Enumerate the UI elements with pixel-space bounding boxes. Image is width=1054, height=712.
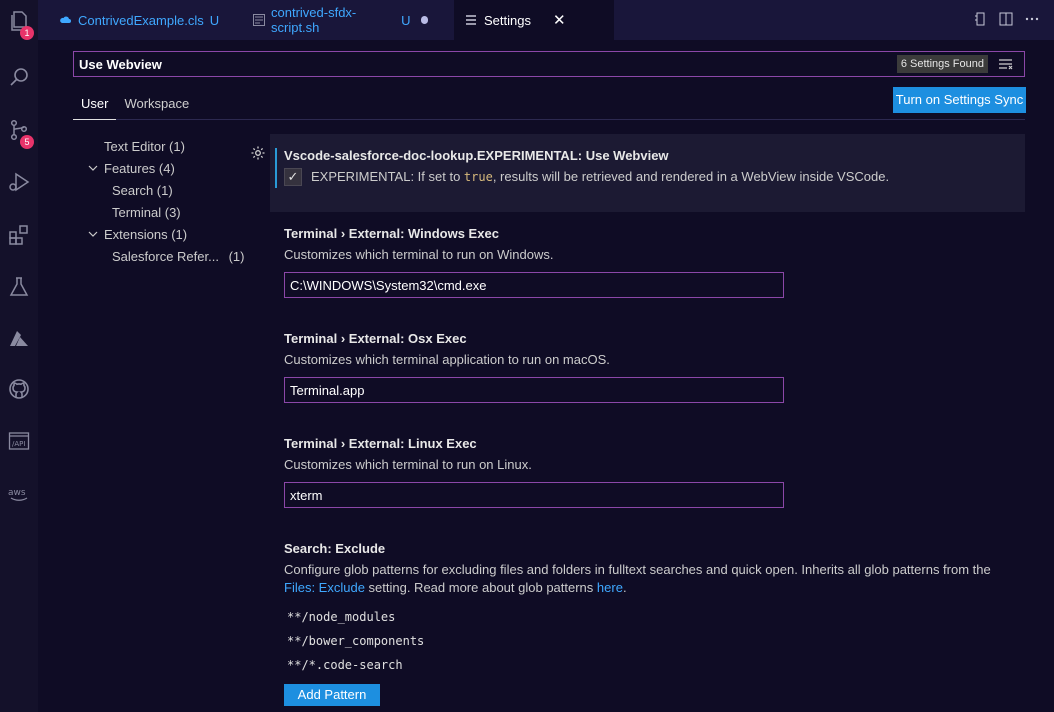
tab-sfdx-script[interactable]: contrived-sfdx-script.sh U (242, 0, 438, 40)
settings-search-input[interactable] (79, 55, 879, 73)
search-view-button[interactable] (0, 60, 38, 94)
toc-label: Search (1) (112, 183, 173, 198)
settings-scope-tabs: User Workspace (73, 92, 197, 120)
salesforce-cloud-icon (58, 13, 72, 27)
testing-button[interactable] (0, 270, 38, 304)
setting-title: Vscode-salesforce-doc-lookup.EXPERIMENTA… (284, 148, 669, 163)
desc-text: . (622, 580, 627, 595)
explorer-badge: 1 (20, 26, 34, 40)
toc-label: Text Editor (1) (104, 139, 185, 154)
close-icon[interactable]: ✕ (553, 11, 566, 29)
aws-button[interactable]: aws (0, 476, 38, 510)
tab-contrived-example[interactable]: ContrivedExample.cls U (48, 0, 230, 40)
untracked-status: U (401, 12, 411, 28)
gear-icon[interactable] (250, 145, 266, 161)
azure-button[interactable] (0, 322, 38, 356)
github-button[interactable] (0, 372, 38, 406)
check-icon: ✓ (287, 169, 299, 184)
setting-use-webview: Vscode-salesforce-doc-lookup.EXPERIMENTA… (251, 134, 1025, 212)
settings-toc: Text Editor (1) Features (4) Search (1) … (86, 136, 246, 268)
files-exclude-link[interactable]: Files: Exclude (284, 580, 365, 595)
toc-label: Extensions (1) (104, 227, 188, 242)
add-pattern-button[interactable]: Add Pattern (284, 684, 380, 706)
setting-description: Configure glob patterns for excluding fi… (284, 562, 991, 577)
chevron-down-icon (88, 158, 100, 180)
setting-title: Terminal › External: Linux Exec (284, 436, 477, 451)
extensions-icon (9, 225, 28, 245)
toc-item-salesforce-reference[interactable]: Salesforce Refer... (1) (86, 246, 246, 268)
explorer-button[interactable]: 1 (0, 4, 38, 40)
tab-label: contrived-sfdx-script.sh (271, 5, 357, 35)
windows-exec-input[interactable] (284, 272, 784, 298)
focus-indicator (275, 148, 277, 188)
toc-count: (1) (228, 249, 245, 264)
use-webview-checkbox[interactable]: ✓ (284, 168, 302, 186)
tab-user[interactable]: User (73, 92, 117, 120)
open-settings-json-icon[interactable] (972, 10, 988, 28)
setting-description: EXPERIMENTAL: If set to true, results wi… (311, 169, 889, 184)
activity-bar: 1 5 /API aws (0, 0, 38, 712)
search-icon (10, 68, 28, 86)
settings-found-count: 6 Settings Found (896, 55, 988, 73)
svg-text:/API: /API (12, 440, 25, 448)
editor-tab-bar: ContrivedExample.cls U contrived-sfdx-sc… (38, 0, 1054, 40)
toc-item-search[interactable]: Search (1) (86, 180, 246, 202)
toc-label: Terminal (3) (112, 205, 181, 220)
desc-text: setting. Read more about glob patterns (364, 580, 597, 595)
toc-item-terminal[interactable]: Terminal (3) (86, 202, 246, 224)
run-debug-button[interactable] (0, 165, 38, 199)
exclude-pattern-item[interactable]: **/node_modules (287, 610, 395, 624)
run-debug-icon (9, 172, 30, 192)
source-control-button[interactable]: 5 (0, 113, 38, 149)
untracked-status: U (209, 12, 220, 28)
exclude-pattern-item[interactable]: **/*.code-search (287, 658, 403, 672)
setting-description: Customizes which terminal to run on Linu… (284, 457, 532, 472)
tab-workspace[interactable]: Workspace (116, 92, 197, 120)
toc-item-extensions[interactable]: Extensions (1) (86, 224, 246, 246)
source-control-badge: 5 (20, 135, 34, 149)
tab-label: ContrivedExample.cls (78, 12, 204, 28)
toc-item-features[interactable]: Features (4) (86, 158, 246, 180)
settings-list-icon (464, 13, 478, 27)
exclude-pattern-item[interactable]: **/bower_components (287, 634, 424, 648)
code-true: true (463, 170, 493, 184)
split-editor-icon[interactable] (998, 10, 1014, 28)
toc-label: Features (4) (104, 161, 175, 176)
desc-text: , results will be retrieved and rendered… (492, 169, 890, 184)
api-button[interactable]: /API (0, 424, 38, 458)
github-icon (9, 379, 29, 399)
chevron-down-icon (88, 224, 100, 246)
setting-description-line2: Files: Exclude setting. Read more about … (284, 580, 627, 595)
glob-patterns-link[interactable]: here (597, 580, 623, 595)
svg-text:aws: aws (8, 488, 26, 498)
osx-exec-input[interactable] (284, 377, 784, 403)
modified-dot-icon (420, 16, 428, 24)
tab-settings[interactable]: Settings ✕ (454, 0, 614, 40)
turn-on-settings-sync-button[interactable]: Turn on Settings Sync (893, 87, 1026, 113)
testing-flask-icon (9, 277, 29, 296)
aws-icon: aws (8, 488, 28, 501)
extensions-button[interactable] (0, 218, 38, 252)
more-actions-icon[interactable] (1024, 10, 1040, 28)
setting-title: Terminal › External: Osx Exec (284, 331, 467, 346)
clear-filter-icon[interactable] (998, 56, 1014, 72)
shell-file-icon (252, 13, 265, 27)
toc-item-text-editor[interactable]: Text Editor (1) (86, 136, 246, 158)
tab-label: Settings (484, 12, 531, 28)
editor-actions (972, 10, 1040, 28)
settings-search-box: 6 Settings Found (73, 51, 1025, 77)
settings-editor: 6 Settings Found User Workspace Turn on … (38, 40, 1054, 712)
azure-icon (10, 331, 28, 346)
toc-label: Salesforce Refer... (112, 249, 219, 264)
setting-description: Customizes which terminal application to… (284, 352, 610, 367)
scope-divider (73, 119, 1025, 120)
setting-title: Terminal › External: Windows Exec (284, 226, 499, 241)
linux-exec-input[interactable] (284, 482, 784, 508)
desc-text: EXPERIMENTAL: If set to (311, 169, 464, 184)
setting-title: Search: Exclude (284, 541, 386, 556)
setting-description: Customizes which terminal to run on Wind… (284, 247, 554, 262)
api-icon: /API (8, 432, 30, 450)
